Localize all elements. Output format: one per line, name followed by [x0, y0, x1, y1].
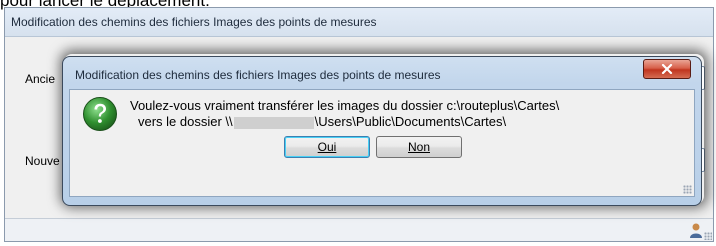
- message-line-2-suffix: \Users\Public\Documents\Cartes\: [314, 114, 507, 129]
- confirm-dialog: Modification des chemins des fichiers Im…: [62, 56, 702, 206]
- background-window-title: Modification des chemins des fichiers Im…: [5, 8, 713, 37]
- no-button[interactable]: Non: [376, 136, 462, 158]
- message-line-1: Voulez-vous vraiment transférer les imag…: [130, 98, 560, 113]
- old-path-label: Ancie: [25, 72, 56, 86]
- user-icon[interactable]: [689, 222, 703, 238]
- message-line-2: vers le dossier \\ \Users\Public\Document…: [130, 114, 690, 130]
- close-button[interactable]: [643, 59, 691, 79]
- dialog-message: Voulez-vous vraiment transférer les imag…: [130, 98, 690, 130]
- yes-button-label: Oui: [317, 140, 337, 154]
- question-icon: [83, 97, 117, 131]
- dialog-resize-grip[interactable]: [683, 185, 692, 194]
- dialog-body: Voulez-vous vraiment transférer les imag…: [69, 89, 695, 197]
- redacted-hostname: [233, 116, 314, 129]
- yes-button[interactable]: Oui: [284, 136, 370, 158]
- no-button-label: Non: [407, 140, 430, 154]
- resize-grip[interactable]: [704, 232, 712, 240]
- close-icon: [661, 64, 673, 74]
- dialog-title: Modification des chemins des fichiers Im…: [75, 68, 441, 82]
- message-line-2-prefix: vers le dossier \\: [138, 114, 233, 129]
- status-bar: [5, 218, 713, 241]
- new-path-label: Nouve: [25, 154, 60, 168]
